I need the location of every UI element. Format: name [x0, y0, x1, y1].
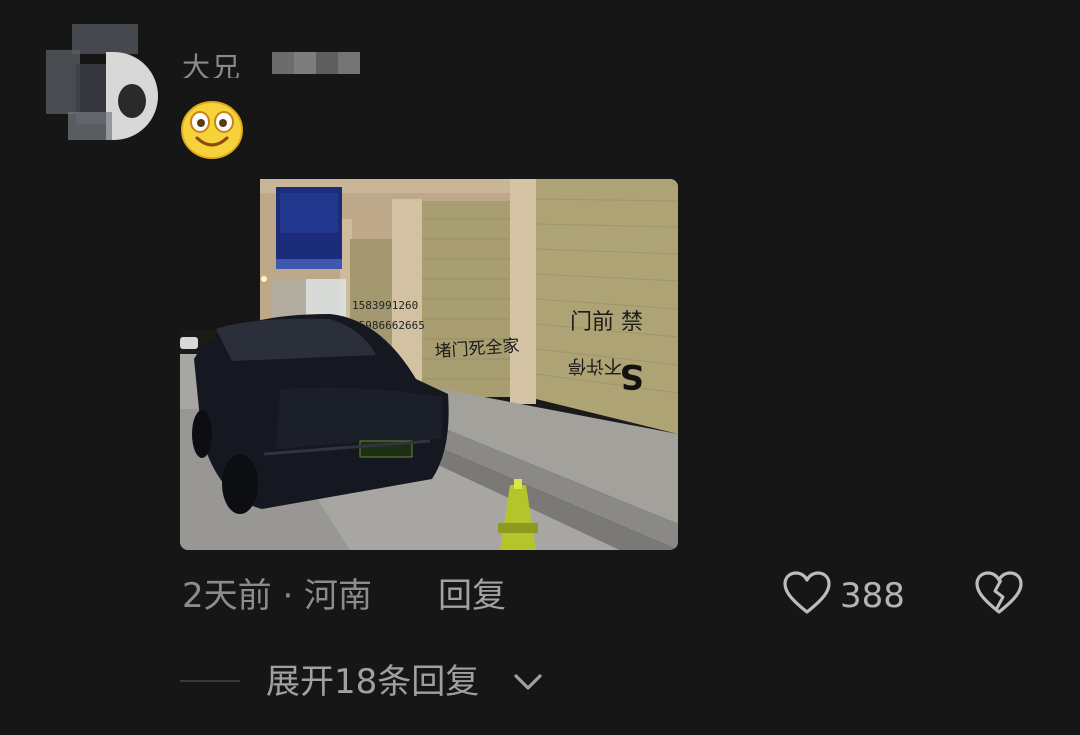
chevron-down-icon[interactable] [512, 670, 544, 694]
expand-divider [180, 680, 240, 682]
like-count: 388 [840, 576, 905, 616]
svg-text:不许停: 不许停 [568, 355, 622, 376]
like-heart-icon[interactable] [782, 570, 832, 618]
expand-replies-button[interactable]: 展开18条回复 [266, 660, 479, 704]
user-avatar[interactable] [46, 24, 158, 140]
username-mosaic [272, 52, 360, 74]
smiling-face-emoji [181, 101, 243, 159]
svg-text:门前 禁: 门前 禁 [570, 310, 643, 335]
broken-heart-icon[interactable] [974, 570, 1024, 618]
username[interactable]: 大兄 [182, 48, 242, 78]
comment-photo[interactable]: 堵门死全家 门前 禁 不许停 S 1583991260 15986662665 [180, 179, 678, 550]
comment-time-location: 2天前 · 河南 [182, 576, 373, 616]
reply-button[interactable]: 回复 [438, 574, 506, 618]
svg-text:S: S [620, 356, 645, 396]
svg-text:1583991260: 1583991260 [352, 299, 418, 312]
